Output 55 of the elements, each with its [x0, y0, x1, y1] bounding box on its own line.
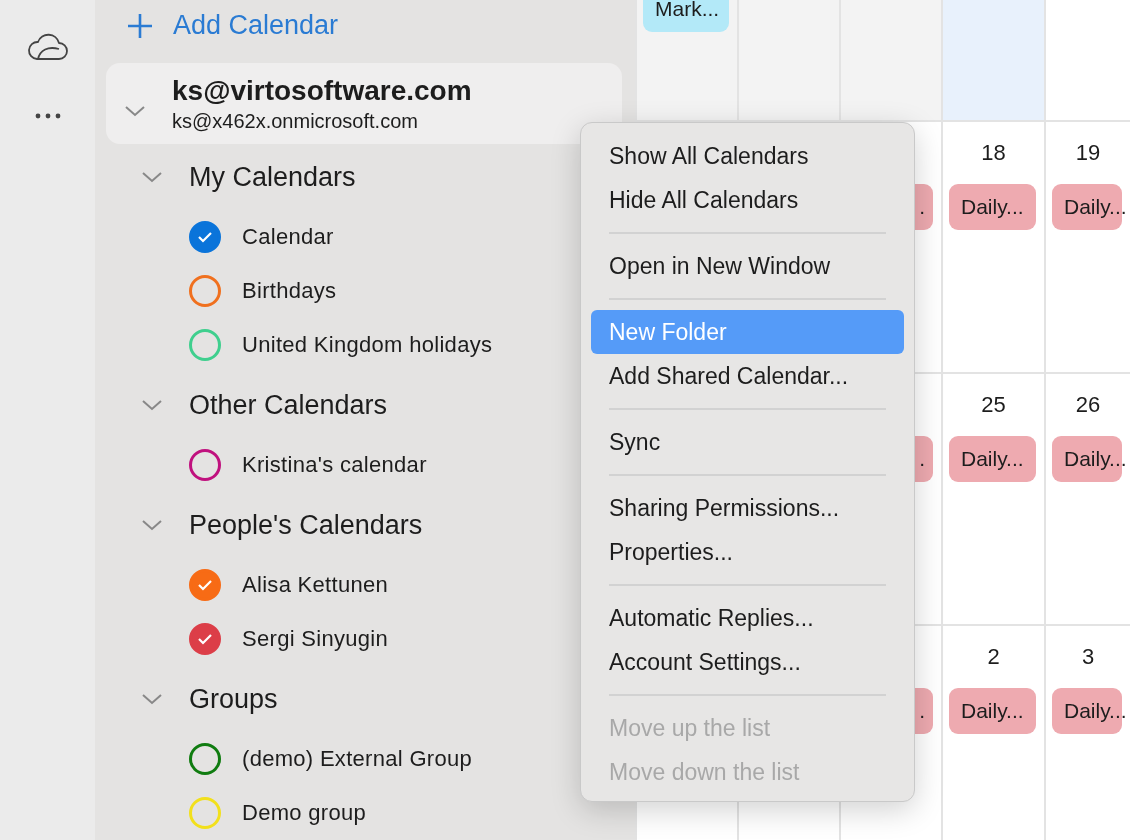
menu-item[interactable]: Properties...	[591, 530, 904, 574]
checkmark-icon	[197, 633, 213, 645]
calendar-name[interactable]: (demo) External Group	[242, 746, 473, 772]
day-number: 26	[1075, 392, 1101, 418]
chevron-icon[interactable]	[141, 519, 163, 531]
menu-item[interactable]: Hide All Calendars	[591, 178, 904, 222]
plus-icon	[127, 12, 153, 39]
calendar-checkbox[interactable]	[189, 623, 221, 655]
day-number: 3	[1081, 644, 1095, 670]
menu-item[interactable]: Sharing Permissions...	[591, 486, 904, 530]
chevron-icon[interactable]	[141, 171, 163, 183]
account-card[interactable]: ks@virtosoftware.com ks@x462x.onmicrosoft.com	[106, 63, 622, 144]
cloud-icon[interactable]	[26, 33, 69, 61]
checkmark-icon	[197, 231, 213, 243]
chevron-icon[interactable]	[141, 693, 163, 705]
chevron-icon[interactable]	[141, 399, 163, 411]
menu-item[interactable]: Open in New Window	[591, 244, 904, 288]
day-cell[interactable]	[839, 0, 941, 120]
section-title[interactable]: Other Calendars	[189, 389, 388, 421]
calendar-checkbox[interactable]	[189, 449, 221, 481]
menu-item[interactable]: Automatic Replies...	[591, 596, 904, 640]
calendar-checkbox[interactable]	[189, 569, 221, 601]
section-title[interactable]: Groups	[189, 683, 278, 715]
section-title[interactable]: People's Calendars	[189, 509, 423, 541]
event-chip[interactable]: Daily...	[949, 436, 1036, 482]
menu-item[interactable]: Add Shared Calendar...	[591, 354, 904, 398]
day-number: 19	[1075, 140, 1101, 166]
section-title[interactable]: My Calendars	[189, 161, 356, 193]
account-name: ks@virtosoftware.com	[172, 73, 472, 108]
more-icon[interactable]	[34, 113, 61, 119]
calendar-checkbox[interactable]	[189, 329, 221, 361]
calendar-checkbox[interactable]	[189, 221, 221, 253]
day-cell[interactable]	[737, 0, 839, 120]
day-number: 2	[987, 644, 1000, 670]
event-chip[interactable]: Mark...	[643, 0, 729, 32]
calendar-name[interactable]: United Kingdom holidays	[242, 332, 493, 358]
calendar-name[interactable]: Calendar	[242, 224, 334, 250]
event-chip[interactable]: Daily...	[949, 688, 1036, 734]
chevron-icon[interactable]	[124, 104, 146, 117]
day-number: 18	[981, 140, 1006, 166]
account-email: ks@x462x.onmicrosoft.com	[172, 108, 419, 134]
menu-item[interactable]: Sync	[591, 420, 904, 464]
calendar-checkbox[interactable]	[189, 275, 221, 307]
calendar-checkbox[interactable]	[189, 743, 221, 775]
calendar-name[interactable]: Alisa Kettunen	[242, 572, 389, 598]
event-chip[interactable]: Daily...	[949, 184, 1036, 230]
checkmark-icon	[197, 579, 213, 591]
calendar-name[interactable]: Demo group	[242, 800, 367, 826]
calendar-name[interactable]: Sergi Sinyugin	[242, 626, 389, 652]
day-cell[interactable]	[941, 0, 1044, 120]
calendar-name[interactable]: Kristina's calendar	[242, 452, 427, 478]
menu-item[interactable]: Account Settings...	[591, 640, 904, 684]
calendar-name[interactable]: Birthdays	[242, 278, 337, 304]
day-cell[interactable]: Mark...	[635, 0, 737, 120]
day-number: 25	[981, 392, 1006, 418]
